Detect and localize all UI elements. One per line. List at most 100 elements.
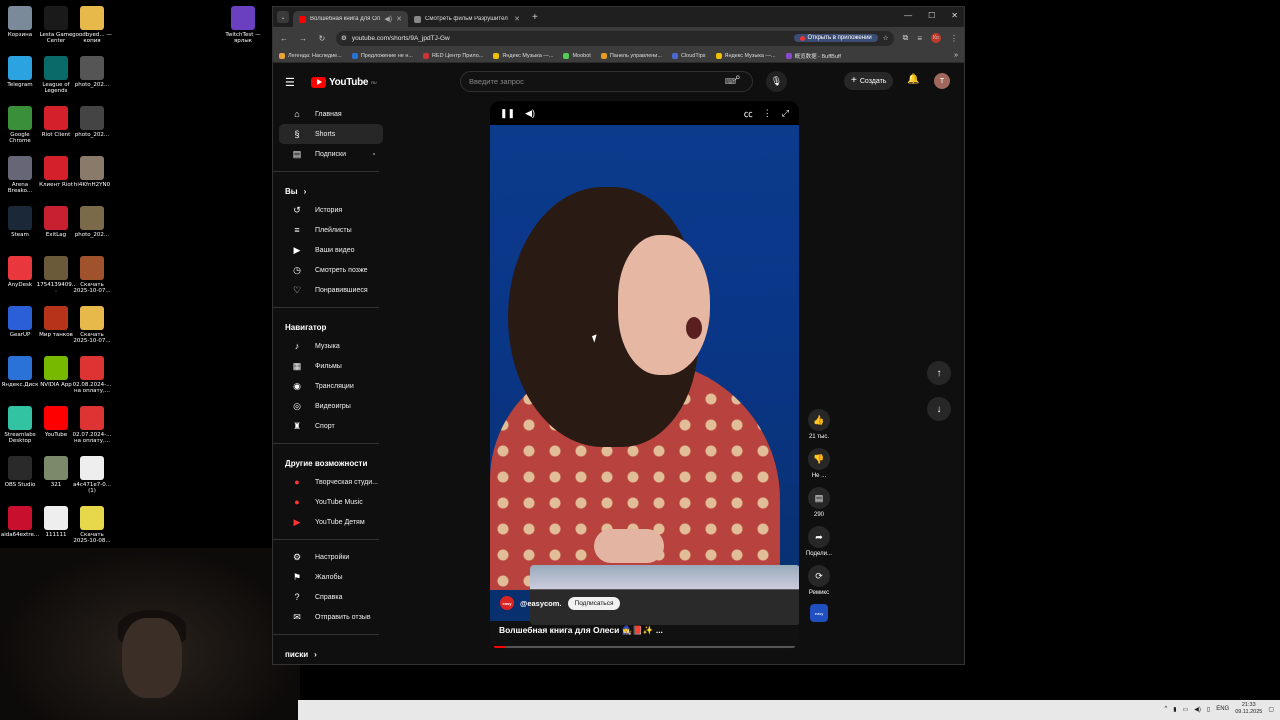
next-short-icon[interactable]: ↓: [927, 397, 951, 421]
battery-icon[interactable]: ▯: [1207, 706, 1210, 713]
subscription-item[interactable]: ●AlnirAll: [279, 663, 383, 664]
mic-icon[interactable]: 🎙: [766, 71, 787, 92]
tray-chevron-icon[interactable]: ^: [1164, 706, 1167, 712]
sidebar-heading[interactable]: Вы ›: [273, 179, 389, 200]
notifications-icon[interactable]: 🔔: [907, 74, 919, 85]
youtube-logo[interactable]: YouTube RU: [311, 76, 377, 88]
desktop-icon[interactable]: photo_202...: [72, 56, 112, 88]
profile-avatar[interactable]: Ко: [931, 33, 941, 43]
desktop-icon[interactable]: Steam: [0, 206, 40, 238]
desktop-icon[interactable]: 321: [36, 456, 76, 488]
tab-youtube-short[interactable]: Волшебная книга для Олес ◀) ✕: [293, 11, 408, 27]
reading-list-icon[interactable]: ≡: [917, 34, 922, 43]
desktop-icon[interactable]: OBS Studio: [0, 456, 40, 488]
sidebar-item-subscriptions[interactable]: ▤ Подписки: [279, 144, 383, 164]
desktop-icon[interactable]: GearUP: [0, 306, 40, 338]
subscribe-button[interactable]: Подписаться: [567, 596, 621, 610]
desktop-icon[interactable]: goodbyed... — копия: [72, 6, 112, 44]
bookmark-item[interactable]: Яндекс Музыка —...: [493, 52, 553, 59]
more-options-icon[interactable]: ⋮: [763, 108, 772, 119]
tab-close-icon[interactable]: ✕: [396, 15, 402, 23]
site-info-icon[interactable]: ⚙: [341, 34, 347, 42]
desktop-icon[interactable]: Корзина: [0, 6, 40, 38]
video-frame[interactable]: [490, 125, 799, 625]
desktop-icon[interactable]: Riot Client: [36, 106, 76, 138]
desktop-icon[interactable]: Клиент Riot: [36, 156, 76, 188]
sidebar-item-studio[interactable]: ● Творческая студи...: [279, 472, 383, 492]
minimize-icon[interactable]: —: [904, 11, 912, 20]
dislike-icon[interactable]: 👎: [808, 448, 830, 470]
desktop-icon[interactable]: Скачать 2025-10-08...: [72, 506, 112, 544]
forward-icon[interactable]: →: [298, 34, 308, 43]
desktop-icon[interactable]: photo_202...: [72, 206, 112, 238]
sidebar-item-films[interactable]: ▦ Фильмы: [279, 356, 383, 376]
shorts-player[interactable]: ❚❚ ◀) ㏄ ⋮ ⤢ easy @easycom. Подписаться В: [490, 101, 799, 649]
search-icon[interactable]: ⌕: [735, 72, 741, 83]
account-avatar[interactable]: T: [934, 73, 950, 89]
comments-icon[interactable]: ▤: [808, 487, 830, 509]
menu-icon[interactable]: ☰: [285, 76, 299, 89]
bookmarks-overflow-icon[interactable]: »: [954, 52, 958, 59]
reload-icon[interactable]: ↻: [317, 34, 327, 43]
sidebar-item-gaming[interactable]: ◎ Видеоигры: [279, 396, 383, 416]
browser-menu-icon[interactable]: ⋮: [950, 34, 958, 43]
desktop-icon[interactable]: photo_202...: [72, 106, 112, 138]
desktop-icon[interactable]: 1754139409...: [36, 256, 76, 294]
desktop-icon[interactable]: Arena Breako...: [0, 156, 40, 194]
bookmark-item[interactable]: Яндекс Музыка —...: [715, 52, 776, 59]
language-indicator[interactable]: ENG: [1216, 706, 1229, 712]
clock[interactable]: 21:33 09.11.2025: [1235, 702, 1262, 716]
bookmark-item[interactable]: Moobot: [563, 52, 591, 59]
desktop-icon[interactable]: TwitchTest — ярлык: [223, 6, 263, 44]
sidebar-item-music[interactable]: ♪ Музыка: [279, 336, 383, 356]
tab-close-icon[interactable]: ✕: [514, 15, 520, 23]
sidebar-item-yt-music[interactable]: ● YouTube Music: [279, 492, 383, 512]
like-icon[interactable]: 👍: [808, 409, 830, 431]
share-icon[interactable]: ➦: [808, 526, 830, 548]
search-input[interactable]: Введите запрос ⌨: [460, 71, 753, 92]
channel-avatar[interactable]: easy: [500, 596, 514, 610]
desktop-icon[interactable]: Скачать 2025-10-07...: [72, 306, 112, 344]
channel-name[interactable]: @easycom.: [520, 599, 562, 608]
sidebar-item-live[interactable]: ◉ Трансляции: [279, 376, 383, 396]
captions-icon[interactable]: ㏄: [744, 107, 753, 120]
maximize-icon[interactable]: ☐: [928, 11, 935, 20]
volume-tray-icon[interactable]: ◀): [1194, 706, 1201, 713]
sidebar-item-playlists[interactable]: ≡ Плейлисты: [279, 220, 383, 240]
desktop-icon[interactable]: League of Legends: [36, 56, 76, 94]
desktop-icon[interactable]: 02.07.2024-... на оплату,...: [72, 406, 112, 444]
bookmark-item[interactable]: RED Центр Прило...: [422, 52, 483, 59]
short-title[interactable]: Волшебная книга для Олеси 🧙‍♀️📕✨ ...: [499, 625, 663, 636]
sidebar-item-shorts[interactable]: § Shorts: [279, 124, 383, 144]
desktop-icon[interactable]: YouTube: [36, 406, 76, 438]
previous-short-icon[interactable]: ↑: [927, 361, 951, 385]
bookmark-star-icon[interactable]: ☆: [883, 34, 889, 42]
tab-film[interactable]: Смотреть фильм Разрушител ✕: [408, 11, 526, 27]
desktop-icon[interactable]: Streamlabs Desktop: [0, 406, 40, 444]
bookmark-item[interactable]: Легенда: Наследие...: [279, 52, 342, 59]
bookmark-item[interactable]: Панель управлени...: [600, 52, 662, 59]
fullscreen-icon[interactable]: ⤢: [782, 108, 789, 119]
sidebar-heading[interactable]: писки ›: [273, 642, 389, 663]
new-tab-button[interactable]: +: [532, 12, 538, 23]
speaker-icon[interactable]: ◀): [384, 15, 392, 23]
sidebar-item-settings[interactable]: ⚙ Настройки: [279, 547, 383, 567]
sidebar-item-feedback[interactable]: ✉ Отправить отзыв: [279, 607, 383, 627]
open-in-app-button[interactable]: Открыть в приложении: [793, 34, 878, 42]
desktop-icon[interactable]: Telegram: [0, 56, 40, 88]
tray-app-icon[interactable]: ▮: [1173, 706, 1176, 713]
sidebar-item-help[interactable]: ? Справка: [279, 587, 383, 607]
desktop-icon[interactable]: 02.08.2024-... на оплату,...: [72, 356, 112, 394]
tab-search-icon[interactable]: ⌄: [277, 11, 289, 23]
desktop-icon[interactable]: a4c471e7-0... (1): [72, 456, 112, 494]
bookmark-item[interactable]: CloudTips: [671, 52, 706, 59]
desktop-icon[interactable]: aida64extre...: [0, 506, 40, 538]
volume-icon[interactable]: ◀): [525, 108, 535, 119]
back-icon[interactable]: ←: [279, 34, 289, 43]
network-icon[interactable]: ▭: [1183, 706, 1189, 713]
notification-center-icon[interactable]: ▢: [1268, 706, 1274, 713]
extensions-icon[interactable]: ⧉: [903, 33, 909, 43]
create-button[interactable]: + Создать: [844, 72, 894, 90]
sidebar-item-history[interactable]: ↺ История: [279, 200, 383, 220]
bookmark-item[interactable]: Предложение не н...: [351, 52, 413, 59]
